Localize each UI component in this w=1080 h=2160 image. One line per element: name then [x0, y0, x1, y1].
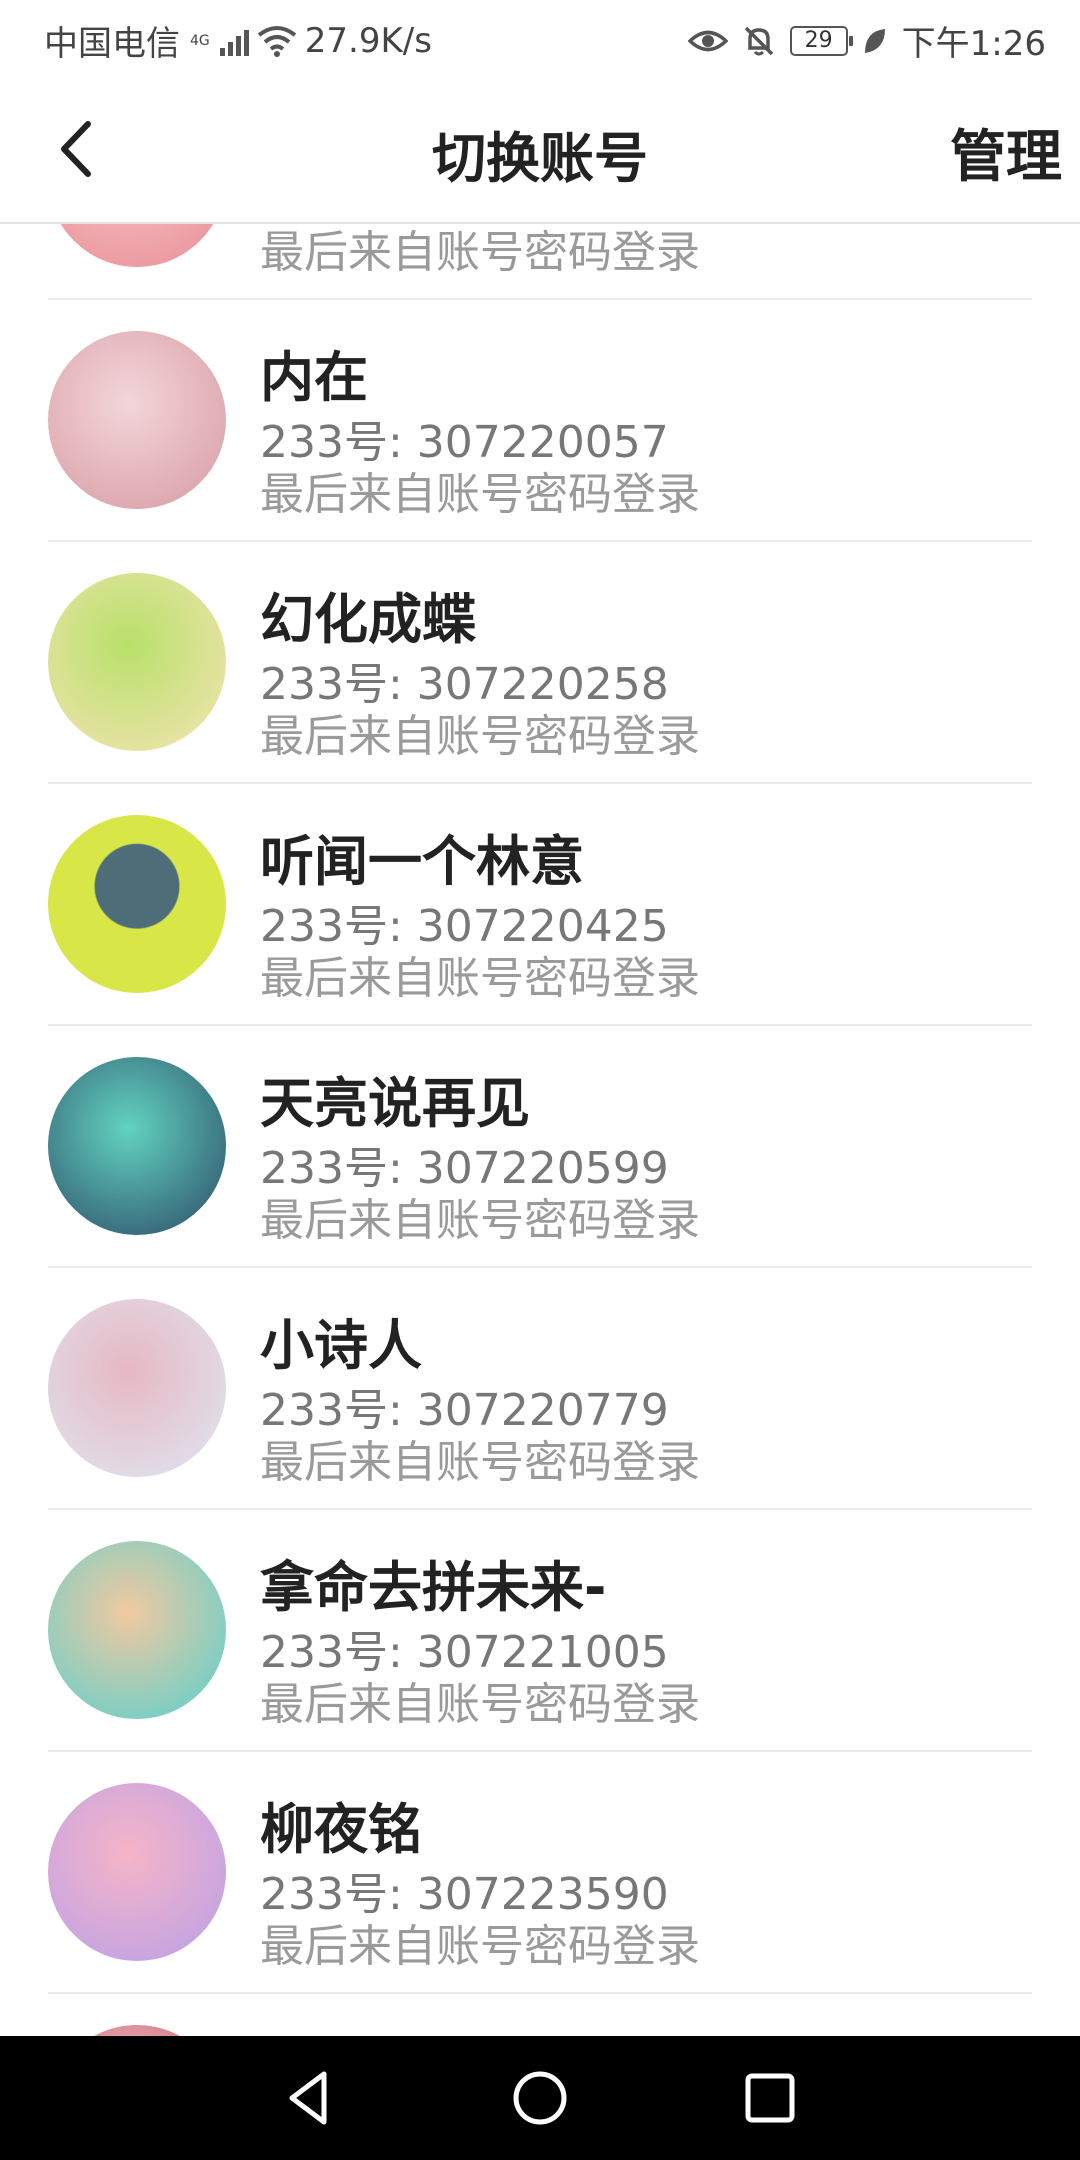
circle-home-icon [513, 2071, 567, 2125]
avatar [48, 1299, 226, 1477]
login-source: 最后来自账号密码登录 [260, 227, 700, 278]
avatar [48, 1057, 226, 1235]
account-name: 拿命去拼未来- [260, 1556, 607, 1619]
login-source: 最后来自账号密码登录 [260, 469, 700, 520]
app-header: 切换账号 管理 [0, 74, 1080, 224]
account-row[interactable]: 幻化成蝶 233号: 307220258 最后来自账号密码登录 [48, 540, 1032, 784]
login-source: 最后来自账号密码登录 [260, 711, 700, 762]
avatar [48, 1783, 226, 1961]
login-source: 最后来自账号密码登录 [260, 1679, 700, 1730]
account-name: 天亮说再见 [260, 1072, 530, 1135]
avatar [48, 573, 226, 751]
page-title: 切换账号 [432, 127, 648, 190]
triangle-back-icon [289, 2071, 327, 2125]
account-row[interactable]: 柳夜铭 233号: 307223590 最后来自账号密码登录 [48, 1750, 1032, 1994]
account-name: 听闻一个林意 [260, 830, 584, 893]
login-source: 最后来自账号密码登录 [260, 1921, 700, 1972]
account-list: 最后来自账号密码登录 内在 233号: 307220057 最后来自账号密码登录… [48, 0, 1032, 2036]
avatar [48, 331, 226, 509]
account-name: 幻化成蝶 [260, 588, 476, 651]
system-nav-bar [0, 2036, 1080, 2160]
login-source: 最后来自账号密码登录 [260, 953, 700, 1004]
avatar [48, 2025, 226, 2036]
account-row[interactable]: 听闻一个林意 233号: 307220425 最后来自账号密码登录 [48, 782, 1032, 1026]
account-row[interactable]: 内在 233号: 307220057 最后来自账号密码登录 [48, 298, 1032, 542]
account-name: 小诗人 [260, 1314, 422, 1377]
nav-home-button[interactable] [502, 2060, 578, 2136]
account-row[interactable]: 拿命去拼未来- 233号: 307221005 最后来自账号密码登录 [48, 1508, 1032, 1752]
account-row[interactable]: 小诗人 233号: 307220779 最后来自账号密码登录 [48, 1266, 1032, 1510]
manage-button[interactable]: 管理 [950, 112, 1062, 193]
login-source: 最后来自账号密码登录 [260, 1437, 700, 1488]
login-source: 最后来自账号密码登录 [260, 1195, 700, 1246]
avatar [48, 815, 226, 993]
account-name: 内在 [260, 346, 368, 409]
account-name: 柳夜铭 [260, 1798, 422, 1861]
account-row[interactable]: 天亮说再见 233号: 307220599 最后来自账号密码登录 [48, 1024, 1032, 1268]
square-recents-icon [745, 2073, 795, 2123]
nav-back-button[interactable] [272, 2060, 348, 2136]
account-row[interactable] [48, 1992, 1032, 2036]
nav-recents-button[interactable] [732, 2060, 808, 2136]
avatar [48, 1541, 226, 1719]
